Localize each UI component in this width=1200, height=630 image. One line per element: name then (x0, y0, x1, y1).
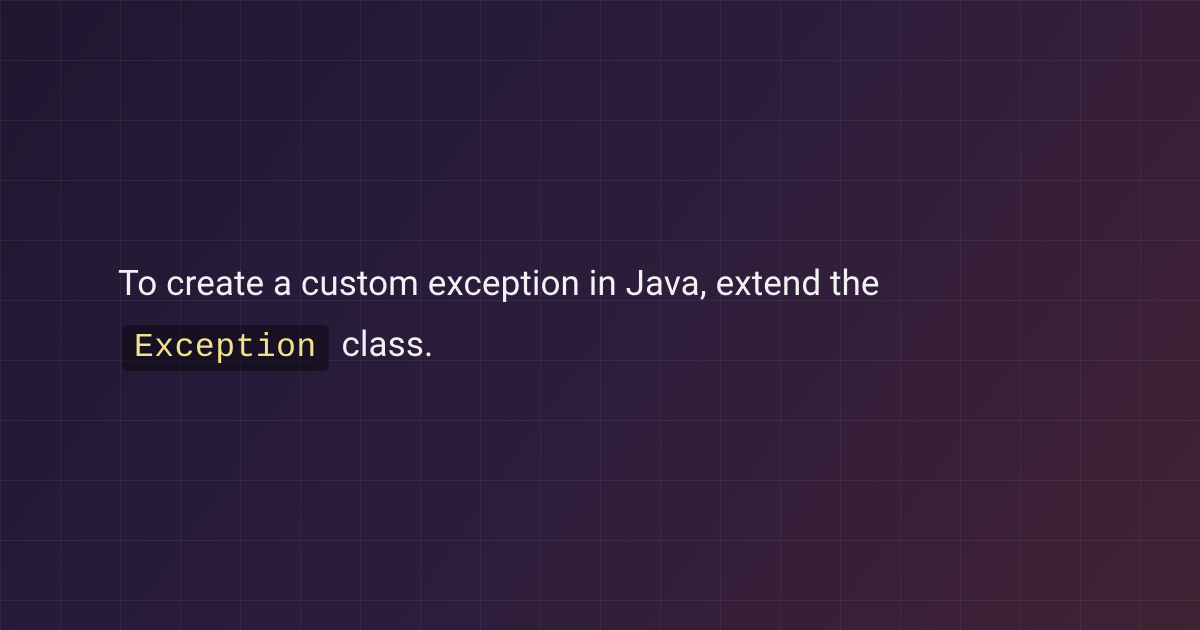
text-after-code: class. (333, 324, 434, 365)
code-token: Exception (122, 325, 329, 371)
text-before-code: To create a custom exception in Java, ex… (118, 263, 880, 304)
content-container: To create a custom exception in Java, ex… (0, 0, 1200, 630)
explanation-text: To create a custom exception in Java, ex… (118, 253, 1100, 377)
